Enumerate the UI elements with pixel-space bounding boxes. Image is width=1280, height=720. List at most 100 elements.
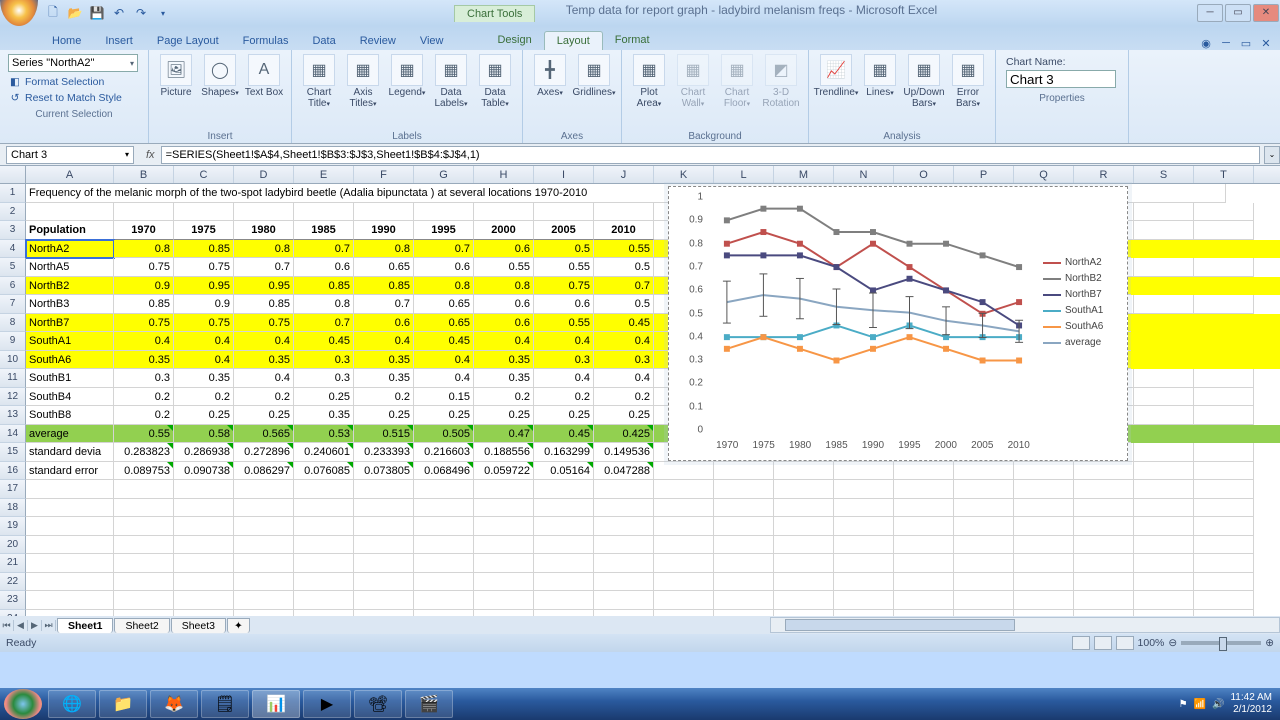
cell[interactable] [594,517,654,536]
cell[interactable] [654,462,714,481]
cell[interactable] [114,554,174,573]
cell[interactable]: 0.4 [474,332,534,351]
cell[interactable] [354,499,414,518]
cell[interactable]: 0.5 [594,295,654,314]
cell[interactable]: 0.25 [594,406,654,425]
row-header[interactable]: 9 [0,332,26,351]
cell[interactable]: NorthA2 [26,240,114,259]
cell[interactable] [234,554,294,573]
cell[interactable] [714,554,774,573]
column-header[interactable]: O [894,166,954,183]
tray-network-icon[interactable]: 📶 [1194,699,1206,710]
cell[interactable]: 0.8 [234,240,294,259]
cell[interactable]: 1980 [234,221,294,240]
cell[interactable]: 0.7 [234,258,294,277]
cell[interactable] [1134,517,1194,536]
cell[interactable]: 0.3 [594,351,654,370]
tab-layout[interactable]: Layout [544,31,603,50]
cell[interactable] [534,573,594,592]
cell[interactable] [894,554,954,573]
cell[interactable] [534,203,594,222]
tab-review[interactable]: Review [348,32,408,50]
cell[interactable]: 0.6 [354,314,414,333]
column-header[interactable]: H [474,166,534,183]
view-layout-icon[interactable] [1094,636,1112,650]
column-header[interactable]: P [954,166,1014,183]
cell[interactable]: 0.2 [114,406,174,425]
cell[interactable] [654,536,714,555]
cell[interactable] [714,536,774,555]
cell[interactable] [714,462,774,481]
zoom-level[interactable]: 100% [1138,637,1165,649]
cell[interactable]: 0.6 [474,314,534,333]
cell[interactable] [714,499,774,518]
gridlines-button[interactable]: ▦Gridlines [573,52,615,99]
cell[interactable] [1194,295,1254,314]
cell[interactable] [714,517,774,536]
cell[interactable]: NorthA5 [26,258,114,277]
cell[interactable]: 0.15 [414,388,474,407]
cell[interactable]: 0.4 [414,351,474,370]
cell[interactable]: 0.47 [474,425,534,444]
cell[interactable] [834,462,894,481]
cell[interactable]: 0.3 [294,351,354,370]
row-header[interactable]: 21 [0,554,26,573]
cell[interactable]: 0.3 [534,351,594,370]
close-button[interactable]: ✕ [1253,4,1279,22]
cell[interactable]: 0.515 [354,425,414,444]
cell[interactable]: 0.2 [534,388,594,407]
cell[interactable] [1014,480,1074,499]
cell[interactable] [474,536,534,555]
cell[interactable]: 0.2 [174,388,234,407]
cell[interactable]: 0.068496 [414,462,474,481]
cell[interactable] [234,573,294,592]
cell[interactable]: 0.25 [414,406,474,425]
cell[interactable]: Population [26,221,114,240]
cell[interactable]: 1975 [174,221,234,240]
cell[interactable] [474,517,534,536]
cell[interactable] [834,591,894,610]
cell[interactable] [1194,369,1254,388]
cell[interactable] [174,517,234,536]
cell[interactable] [234,536,294,555]
cell[interactable]: 1970 [114,221,174,240]
cell[interactable] [114,499,174,518]
cell[interactable] [354,573,414,592]
cell[interactable] [414,554,474,573]
sheet-tab[interactable]: Sheet2 [114,618,169,633]
new-sheet-tab[interactable]: ✦ [227,618,250,633]
zoom-in-icon[interactable]: ⊕ [1265,637,1274,649]
cell[interactable]: SouthB4 [26,388,114,407]
row-header[interactable]: 10 [0,351,26,370]
name-box[interactable]: Chart 3 [6,146,134,164]
cell[interactable] [1134,462,1194,481]
lines-button[interactable]: ▦Lines [859,52,901,99]
chart-floor-button[interactable]: ▦Chart Floor [716,52,758,110]
cell[interactable]: 0.35 [354,369,414,388]
cell[interactable]: 1985 [294,221,354,240]
cell[interactable]: 0.272896 [234,443,294,462]
cell[interactable] [474,591,534,610]
legend-button[interactable]: ▦Legend [386,52,428,99]
tray-flag-icon[interactable]: ⚑ [1179,699,1188,710]
cell[interactable]: 0.188556 [474,443,534,462]
cell[interactable]: NorthB3 [26,295,114,314]
cell[interactable] [114,573,174,592]
cell[interactable]: 0.7 [414,240,474,259]
cell[interactable]: 0.35 [234,351,294,370]
view-pagebreak-icon[interactable] [1116,636,1134,650]
cell[interactable] [1194,258,1254,277]
column-header[interactable]: R [1074,166,1134,183]
cell[interactable]: 0.65 [414,295,474,314]
row-header[interactable]: 15 [0,443,26,462]
tab-nav-last-icon[interactable]: ⏭ [42,620,56,631]
workbook-close-icon[interactable]: ✕ [1258,37,1274,50]
cell[interactable] [594,480,654,499]
tab-design[interactable]: Design [485,31,543,50]
chart-title-button[interactable]: ▦Chart Title [298,52,340,110]
cell[interactable]: 0.55 [534,314,594,333]
cell[interactable] [594,203,654,222]
column-header[interactable]: S [1134,166,1194,183]
cell[interactable] [1134,369,1194,388]
cell[interactable] [414,573,474,592]
